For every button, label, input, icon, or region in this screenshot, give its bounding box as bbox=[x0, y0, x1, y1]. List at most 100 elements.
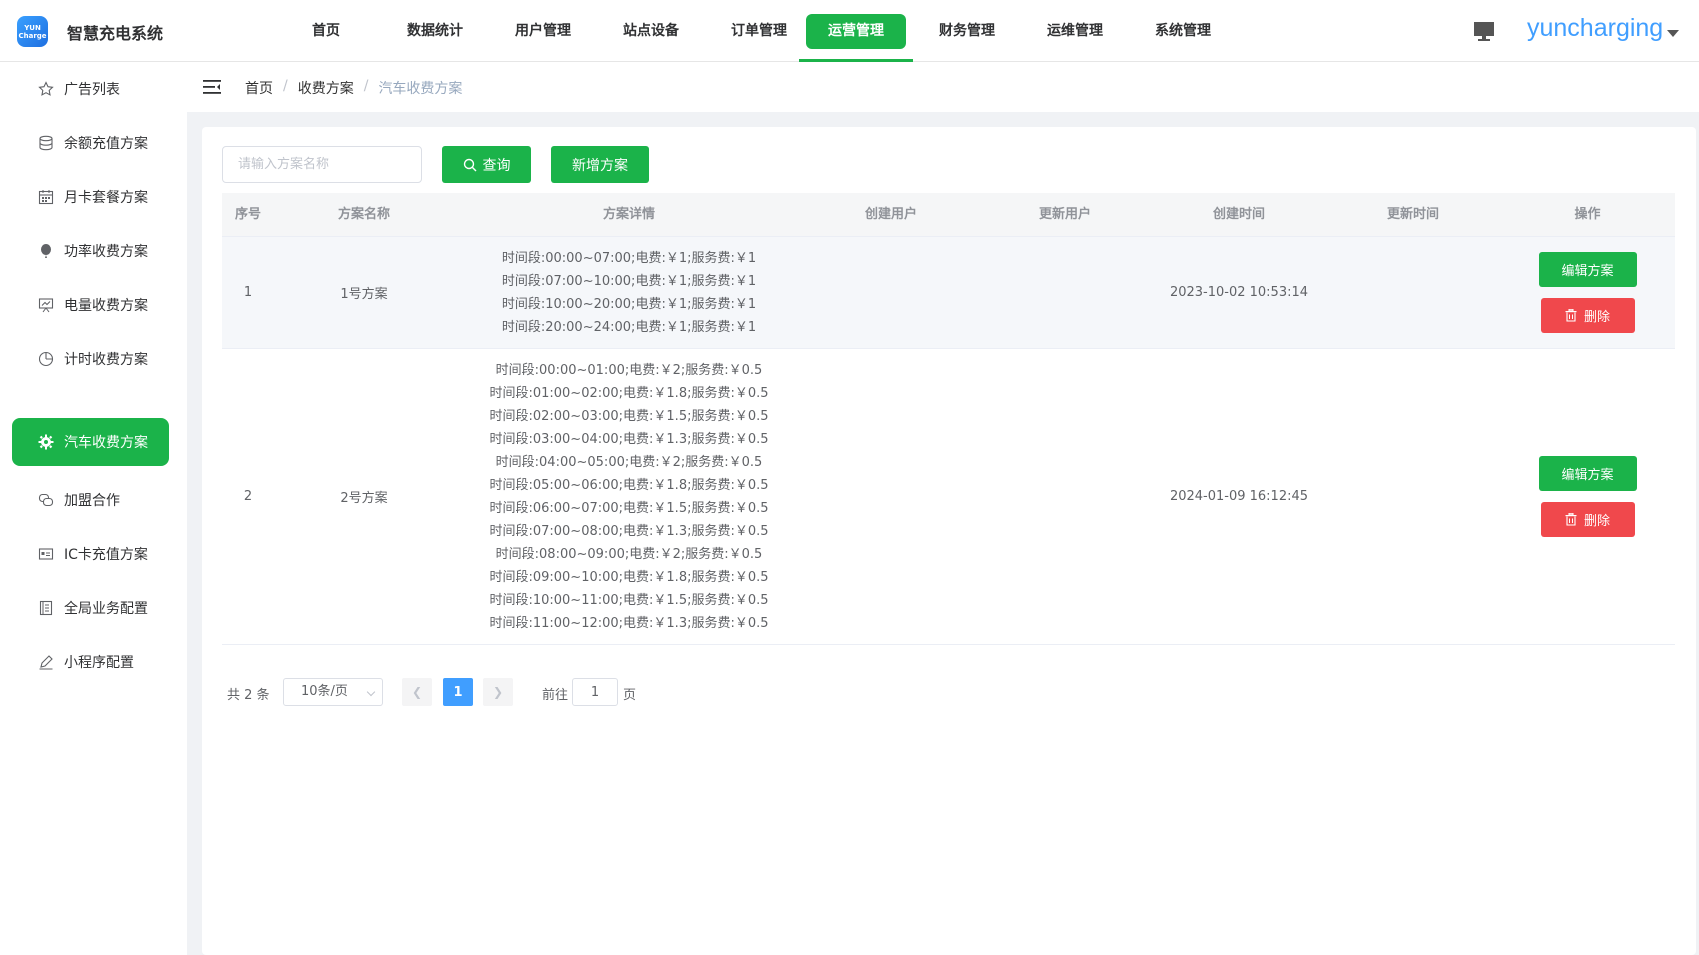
app-logo[interactable]: YUN Charge bbox=[17, 16, 48, 47]
sidebar-item-ads[interactable]: 广告列表 bbox=[12, 65, 169, 113]
sidebar-item-label: 广告列表 bbox=[64, 82, 120, 98]
breadcrumb-home[interactable]: 首页 bbox=[245, 78, 273, 98]
detail-line: 时间段:11:00~12:00;电费:￥1.3;服务费:￥0.5 bbox=[489, 615, 769, 631]
topnav-item-users[interactable]: 用户管理 bbox=[493, 14, 593, 49]
topnav-item-stations[interactable]: 站点设备 bbox=[601, 14, 701, 49]
balloon-icon bbox=[38, 243, 54, 259]
sidebar-item-energy-fee[interactable]: 电量收费方案 bbox=[12, 281, 169, 329]
sidebar-item-global-config[interactable]: 全局业务配置 bbox=[12, 584, 169, 632]
page-size-value: 10条/页 bbox=[301, 684, 348, 699]
sidebar-item-label: 小程序配置 bbox=[64, 655, 134, 671]
goto-page-input[interactable] bbox=[572, 678, 618, 706]
column-header: 操作 bbox=[1574, 207, 1601, 222]
logo-text-top: YUN bbox=[24, 24, 41, 32]
prev-page-button[interactable]: ❮ bbox=[402, 678, 432, 706]
detail-line: 时间段:09:00~10:00;电费:￥1.8;服务费:￥0.5 bbox=[489, 569, 769, 585]
pen-icon bbox=[38, 654, 54, 670]
delete-button-label: 删除 bbox=[1583, 514, 1610, 529]
star-icon bbox=[38, 81, 54, 97]
sidebar-item-label: 月卡套餐方案 bbox=[64, 190, 148, 206]
menu-fold-icon[interactable] bbox=[203, 79, 221, 95]
sidebar-item-monthly-card[interactable]: 月卡套餐方案 bbox=[12, 173, 169, 221]
monitor-icon[interactable] bbox=[1474, 22, 1494, 42]
topnav-item-finance[interactable]: 财务管理 bbox=[917, 14, 1017, 49]
topnav-item-operations[interactable]: 运营管理 bbox=[806, 14, 906, 49]
page-size-select[interactable]: 10条/页 bbox=[283, 678, 383, 706]
chart-board-icon bbox=[38, 297, 54, 313]
topnav-item-system[interactable]: 系统管理 bbox=[1133, 14, 1233, 49]
chevron-left-icon: ❮ bbox=[411, 685, 423, 699]
delete-button-label: 删除 bbox=[1583, 310, 1610, 325]
plans-table: 序号 方案名称 方案详情 创建用户 更新用户 创建时间 更新时间 操作 1 1号… bbox=[222, 193, 1675, 645]
detail-line: 时间段:20:00~24:00;电费:￥1;服务费:￥1 bbox=[501, 319, 757, 335]
caret-down-icon[interactable] bbox=[1667, 30, 1679, 37]
search-input[interactable] bbox=[222, 146, 422, 183]
user-menu[interactable]: yuncharging bbox=[1527, 14, 1663, 43]
delete-button[interactable]: 删除 bbox=[1540, 502, 1635, 537]
sidebar-item-miniprogram-config[interactable]: 小程序配置 bbox=[12, 638, 169, 686]
cell-plan-name: 2号方案 bbox=[340, 491, 388, 506]
cell-create-time: 2023-10-02 10:53:14 bbox=[1169, 285, 1309, 300]
column-header: 序号 bbox=[234, 207, 261, 222]
top-header: YUN Charge 智慧充电系统 首页 数据统计 用户管理 站点设备 订单管理… bbox=[0, 0, 1699, 62]
sidebar-item-power-fee[interactable]: 功率收费方案 bbox=[12, 227, 169, 275]
cell-plan-details: 时间段:00:00~07:00;电费:￥1;服务费:￥1 时间段:07:00~1… bbox=[454, 237, 804, 348]
topnav-item-home[interactable]: 首页 bbox=[290, 14, 362, 49]
query-button-label: 查询 bbox=[482, 157, 511, 174]
trash-icon bbox=[1565, 309, 1577, 322]
detail-line: 时间段:00:00~01:00;电费:￥2;服务费:￥0.5 bbox=[495, 362, 763, 378]
detail-line: 时间段:08:00~09:00;电费:￥2;服务费:￥0.5 bbox=[495, 546, 763, 562]
sidebar-item-car-fee[interactable]: 汽车收费方案 bbox=[12, 418, 169, 466]
page-number-current[interactable]: 1 bbox=[443, 678, 473, 706]
breadcrumb-parent[interactable]: 收费方案 bbox=[298, 78, 354, 98]
column-header: 创建时间 bbox=[1212, 207, 1265, 222]
sidebar-item-balance-recharge[interactable]: 余额充值方案 bbox=[12, 119, 169, 167]
next-page-button[interactable]: ❯ bbox=[483, 678, 513, 706]
query-button[interactable]: 查询 bbox=[442, 146, 531, 183]
table-row: 1 1号方案 时间段:00:00~07:00;电费:￥1;服务费:￥1 时间段:… bbox=[222, 237, 1675, 349]
breadcrumb: 首页 / 收费方案 / 汽车收费方案 bbox=[245, 78, 462, 98]
goto-label: 前往 bbox=[542, 688, 569, 703]
cell-plan-details: 时间段:00:00~01:00;电费:￥2;服务费:￥0.5 时间段:01:00… bbox=[454, 349, 804, 644]
topnav-item-statistics[interactable]: 数据统计 bbox=[385, 14, 485, 49]
detail-line: 时间段:07:00~08:00;电费:￥1.3;服务费:￥0.5 bbox=[489, 523, 769, 539]
cell-plan-name: 1号方案 bbox=[340, 287, 388, 302]
gear-icon bbox=[38, 434, 54, 450]
edit-plan-button[interactable]: 编辑方案 bbox=[1538, 456, 1637, 491]
search-icon bbox=[463, 158, 476, 171]
cell-index: 1 bbox=[243, 285, 253, 300]
detail-line: 时间段:01:00~02:00;电费:￥1.8;服务费:￥0.5 bbox=[489, 385, 769, 401]
cell-create-user bbox=[804, 349, 978, 644]
sidebar-item-label: IC卡充值方案 bbox=[64, 547, 148, 563]
chevron-down-icon bbox=[366, 687, 376, 697]
sidebar-item-label: 电量收费方案 bbox=[64, 298, 148, 314]
sidebar: 广告列表 余额充值方案 月卡套餐方案 功率收费方案 电量收费方案 计时收费方案 … bbox=[0, 62, 187, 955]
sidebar-item-label: 全局业务配置 bbox=[64, 601, 148, 617]
cell-update-time bbox=[1326, 237, 1500, 348]
topnav-item-orders[interactable]: 订单管理 bbox=[709, 14, 809, 49]
app-title: 智慧充电系统 bbox=[67, 24, 164, 43]
cell-actions: 编辑方案 删除 bbox=[1500, 237, 1675, 348]
detail-line: 时间段:07:00~10:00;电费:￥1;服务费:￥1 bbox=[501, 273, 757, 289]
edit-plan-button[interactable]: 编辑方案 bbox=[1538, 252, 1637, 287]
sidebar-item-time-fee[interactable]: 计时收费方案 bbox=[12, 335, 169, 383]
breadcrumb-bar: 首页 / 收费方案 / 汽车收费方案 bbox=[187, 62, 1699, 112]
column-header: 方案名称 bbox=[337, 207, 390, 222]
column-header: 创建用户 bbox=[864, 207, 917, 222]
sidebar-item-label: 计时收费方案 bbox=[64, 352, 148, 368]
cell-update-time bbox=[1326, 349, 1500, 644]
cell-create-user bbox=[804, 237, 978, 348]
topnav-item-maintenance[interactable]: 运维管理 bbox=[1025, 14, 1125, 49]
delete-button[interactable]: 删除 bbox=[1540, 298, 1635, 333]
pie-clock-icon bbox=[38, 351, 54, 367]
add-plan-button[interactable]: 新增方案 bbox=[551, 146, 649, 183]
cell-update-user bbox=[978, 237, 1152, 348]
sidebar-item-franchise[interactable]: 加盟合作 bbox=[12, 476, 169, 524]
breadcrumb-separator: / bbox=[283, 78, 288, 94]
column-header: 更新用户 bbox=[1038, 207, 1091, 222]
sidebar-item-label: 余额充值方案 bbox=[64, 136, 148, 152]
detail-line: 时间段:03:00~04:00;电费:￥1.3;服务费:￥0.5 bbox=[489, 431, 769, 447]
cell-update-user bbox=[978, 349, 1152, 644]
table-header: 序号 方案名称 方案详情 创建用户 更新用户 创建时间 更新时间 操作 bbox=[222, 193, 1675, 237]
sidebar-item-ic-card[interactable]: IC卡充值方案 bbox=[12, 530, 169, 578]
